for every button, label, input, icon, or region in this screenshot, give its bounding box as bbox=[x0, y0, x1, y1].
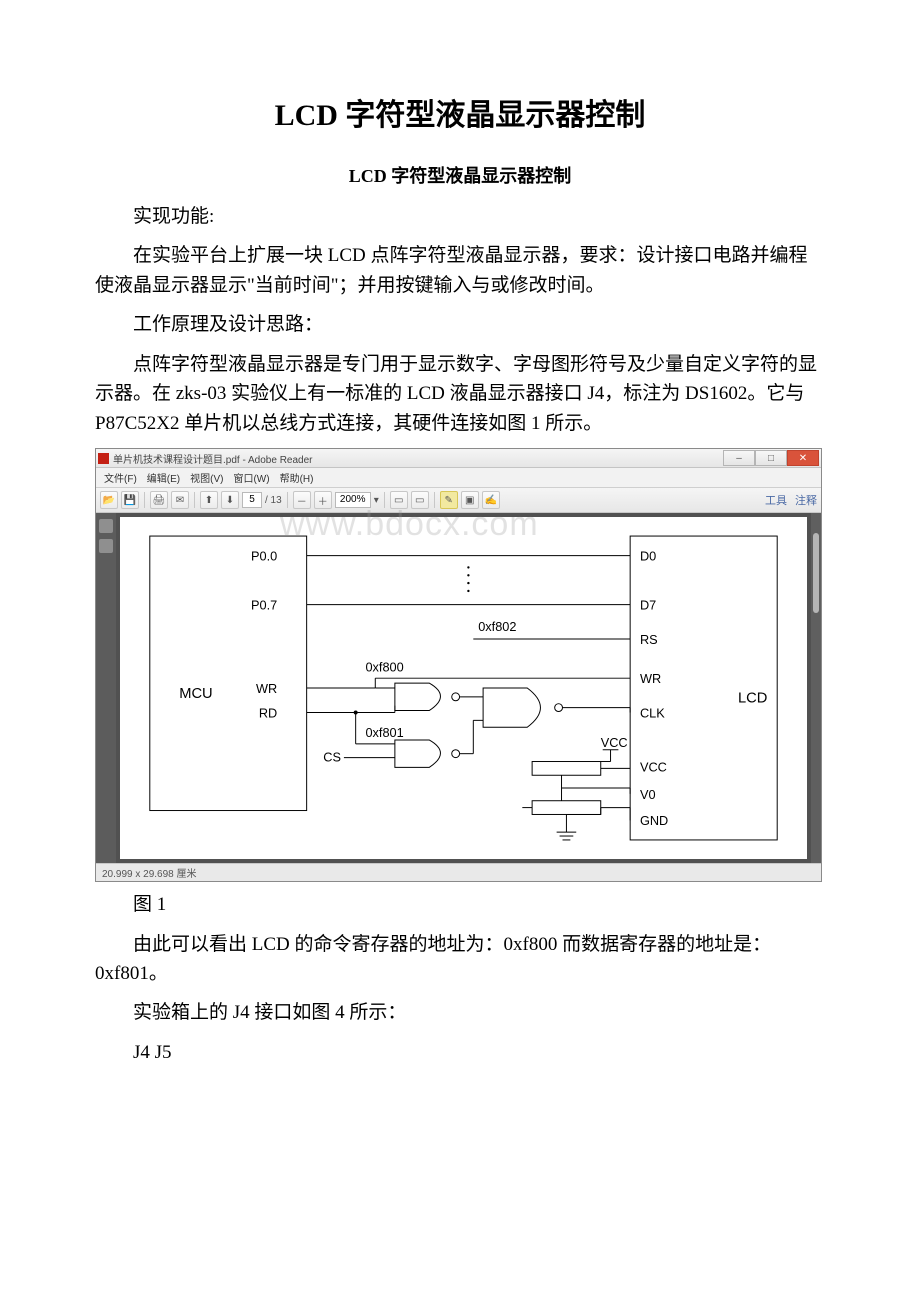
minimize-button[interactable]: – bbox=[723, 450, 755, 466]
maximize-button[interactable]: □ bbox=[755, 450, 787, 466]
label-d7: D7 bbox=[640, 598, 656, 613]
page-subtitle: LCD 字符型液晶显示器控制 bbox=[95, 162, 825, 188]
label-wr-right: WR bbox=[640, 671, 661, 686]
titlebar: 单片机技术课程设计题目.pdf - Adobe Reader – □ ✕ bbox=[96, 449, 821, 468]
scrollbar[interactable] bbox=[811, 513, 821, 863]
label-vcc-top: VCC bbox=[601, 735, 628, 750]
tool-icon-b[interactable]: ▭ bbox=[411, 491, 429, 509]
label-p07: P0.7 bbox=[251, 598, 277, 613]
menu-view[interactable]: 视图(V) bbox=[188, 470, 225, 485]
label-addr-f801: 0xf801 bbox=[365, 725, 403, 740]
print-icon[interactable]: 🖨 bbox=[150, 491, 168, 509]
highlight-icon[interactable]: ▣ bbox=[461, 491, 479, 509]
menubar: 文件(F) 编辑(E) 视图(V) 窗口(W) 帮助(H) bbox=[96, 468, 821, 488]
sidebar-bookmarks-icon[interactable] bbox=[99, 539, 113, 553]
paragraph-j4: 实验箱上的 J4 接口如图 4 所示： bbox=[95, 998, 825, 1027]
link-comments[interactable]: 注释 bbox=[795, 492, 817, 508]
circuit-diagram: MCU P0.0 P0.7 WR RD LCD D0 D7 RS WR CLK … bbox=[140, 523, 787, 853]
page-down-icon[interactable]: ⬇ bbox=[221, 491, 239, 509]
label-clk: CLK bbox=[640, 705, 665, 720]
label-mcu: MCU bbox=[179, 686, 212, 702]
statusbar: 20.999 x 29.698 厘米 bbox=[96, 863, 821, 881]
label-rs: RS bbox=[640, 632, 658, 647]
paragraph-function: 在实验平台上扩展一块 LCD 点阵字符型液晶显示器，要求：设计接口电路并编程使液… bbox=[95, 241, 825, 300]
zoom-in-icon[interactable]: ＋ bbox=[314, 491, 332, 509]
menu-file[interactable]: 文件(F) bbox=[102, 470, 139, 485]
scroll-thumb[interactable] bbox=[813, 533, 819, 613]
paragraph-principle: 点阵字符型液晶显示器是专门用于显示数字、字母图形符号及少量自定义字符的显示器。在… bbox=[95, 350, 825, 438]
link-tools[interactable]: 工具 bbox=[765, 492, 787, 508]
label-wr: WR bbox=[256, 681, 277, 696]
label-p00: P0.0 bbox=[251, 549, 277, 564]
label-addr-f800: 0xf800 bbox=[365, 659, 403, 674]
label-cs: CS bbox=[323, 750, 341, 765]
menu-window[interactable]: 窗口(W) bbox=[231, 470, 271, 485]
sidebar-thumbnails-icon[interactable] bbox=[99, 519, 113, 533]
zoom-out-icon[interactable]: － bbox=[293, 491, 311, 509]
figure1-caption: 图 1 bbox=[95, 890, 825, 919]
label-addr-f802: 0xf802 bbox=[478, 619, 516, 634]
label-rd: RD bbox=[259, 705, 277, 720]
label-lcd: LCD bbox=[738, 691, 767, 707]
heading-function: 实现功能: bbox=[95, 202, 825, 231]
label-v0: V0 bbox=[640, 787, 656, 802]
close-button[interactable]: ✕ bbox=[787, 450, 819, 466]
open-icon[interactable]: 📂 bbox=[100, 491, 118, 509]
sidebar bbox=[96, 513, 116, 863]
menu-help[interactable]: 帮助(H) bbox=[278, 470, 316, 485]
page-number-input[interactable]: 5 bbox=[242, 492, 262, 508]
sign-icon[interactable]: ✍ bbox=[482, 491, 500, 509]
mail-icon[interactable]: ✉ bbox=[171, 491, 189, 509]
label-j4j5: J4 J5 bbox=[95, 1038, 825, 1067]
window-caption: 单片机技术课程设计题目.pdf - Adobe Reader bbox=[113, 451, 313, 466]
label-gnd: GND bbox=[640, 813, 668, 828]
adobe-reader-window: 单片机技术课程设计题目.pdf - Adobe Reader – □ ✕ 文件(… bbox=[95, 448, 822, 882]
label-d0: D0 bbox=[640, 549, 656, 564]
tool-icon-a[interactable]: ▭ bbox=[390, 491, 408, 509]
page-title: LCD 字符型液晶显示器控制 bbox=[95, 90, 825, 134]
menu-edit[interactable]: 编辑(E) bbox=[145, 470, 182, 485]
page-total: / 13 bbox=[265, 495, 282, 506]
save-icon[interactable]: 💾 bbox=[121, 491, 139, 509]
pdf-page: www.bdocx.com MCU P0.0 P0.7 WR RD LCD D0 bbox=[120, 517, 807, 859]
zoom-input[interactable]: 200% bbox=[335, 492, 371, 508]
paragraph-conclusion: 由此可以看出 LCD 的命令寄存器的地址为：0xf800 而数据寄存器的地址是：… bbox=[95, 930, 825, 989]
toolbar: 📂 💾 🖨 ✉ ⬆ ⬇ 5 / 13 － ＋ 200% ▾ ▭ ▭ ✎ bbox=[96, 488, 821, 513]
heading-principle: 工作原理及设计思路： bbox=[95, 310, 825, 339]
pdf-icon bbox=[98, 453, 109, 464]
note-icon[interactable]: ✎ bbox=[440, 491, 458, 509]
label-vcc: VCC bbox=[640, 759, 667, 774]
page-up-icon[interactable]: ⬆ bbox=[200, 491, 218, 509]
